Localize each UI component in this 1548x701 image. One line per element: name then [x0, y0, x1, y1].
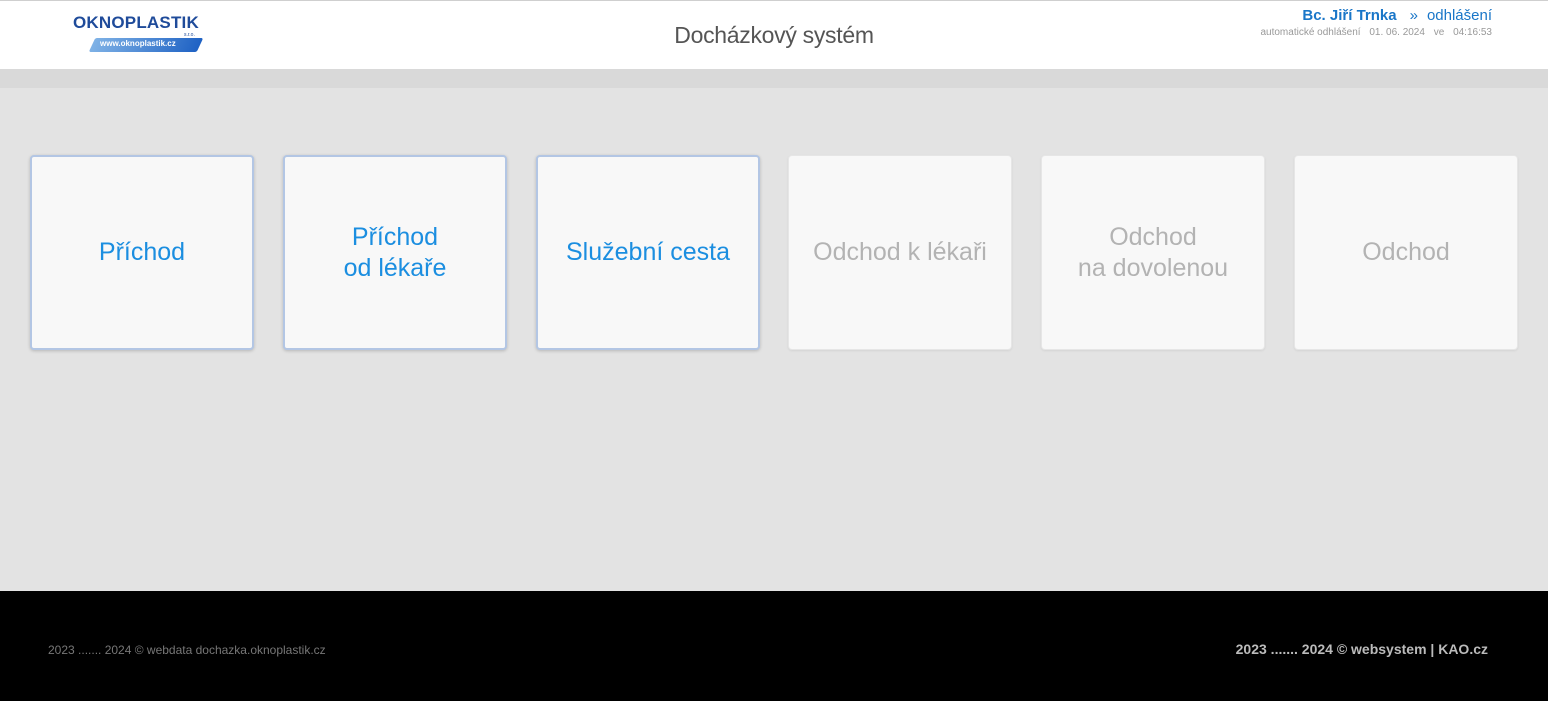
tile-label-line: Příchod — [351, 222, 439, 251]
footer: 2023 ....... 2024 © webdata dochazka.okn… — [0, 591, 1548, 701]
departure-button[interactable]: Odchod — [1294, 155, 1518, 350]
separator: » — [1409, 7, 1418, 24]
tile-label-line: Služební cesta — [566, 238, 730, 266]
departure-to-doctor-button[interactable]: Odchod k lékaři — [788, 155, 1012, 350]
arrival-button[interactable]: Příchod — [30, 155, 254, 350]
tile-label-line: Odchod — [1362, 238, 1450, 266]
tile-label-line: Odchod k lékaři — [813, 238, 987, 266]
business-trip-button[interactable]: Služební cesta — [536, 155, 760, 350]
tile-label: Odchod — [1362, 237, 1450, 268]
tile-label: Příchod od lékaře — [344, 222, 447, 284]
sub-header-bar — [0, 69, 1548, 88]
tile-label-line: od lékaře — [343, 253, 447, 282]
tile-label: Služební cesta — [566, 237, 730, 268]
tile-label: Příchod — [99, 237, 185, 268]
tile-label: Odchod k lékaři — [813, 237, 987, 268]
auto-logout-time: 04:16:53 — [1453, 27, 1492, 38]
logout-link[interactable]: odhlášení — [1427, 7, 1492, 24]
auto-logout-date: 01. 06. 2024 — [1369, 27, 1425, 38]
auto-logout-at: ve — [1433, 27, 1445, 38]
header: OKNOPLASTIK s.r.o. www.oknoplastik.cz Do… — [0, 0, 1548, 69]
user-name: Bc. Jiří Trnka — [1302, 7, 1397, 24]
footer-credits[interactable]: 2023 ....... 2024 © websystem | KAO.cz — [1236, 641, 1488, 657]
auto-logout-label: automatické odhlášení — [1260, 27, 1361, 38]
auto-logout-info: automatické odhlášení 01. 06. 2024 ve 04… — [1260, 27, 1492, 38]
footer-copyright: 2023 ....... 2024 © webdata dochazka.okn… — [48, 643, 326, 657]
arrival-from-doctor-button[interactable]: Příchod od lékaře — [283, 155, 507, 350]
tile-label-line: Odchod — [1109, 222, 1197, 251]
tile-label-line: na dovolenou — [1077, 253, 1229, 282]
departure-on-vacation-button[interactable]: Odchod na dovolenou — [1041, 155, 1265, 350]
action-tiles: Příchod Příchod od lékaře Služební cesta … — [30, 155, 1518, 350]
user-info: Bc. Jiří Trnka » odhlášení automatické odh… — [1260, 7, 1492, 38]
tile-label-line: Příchod — [98, 238, 186, 266]
tile-label: Odchod na dovolenou — [1078, 222, 1228, 284]
